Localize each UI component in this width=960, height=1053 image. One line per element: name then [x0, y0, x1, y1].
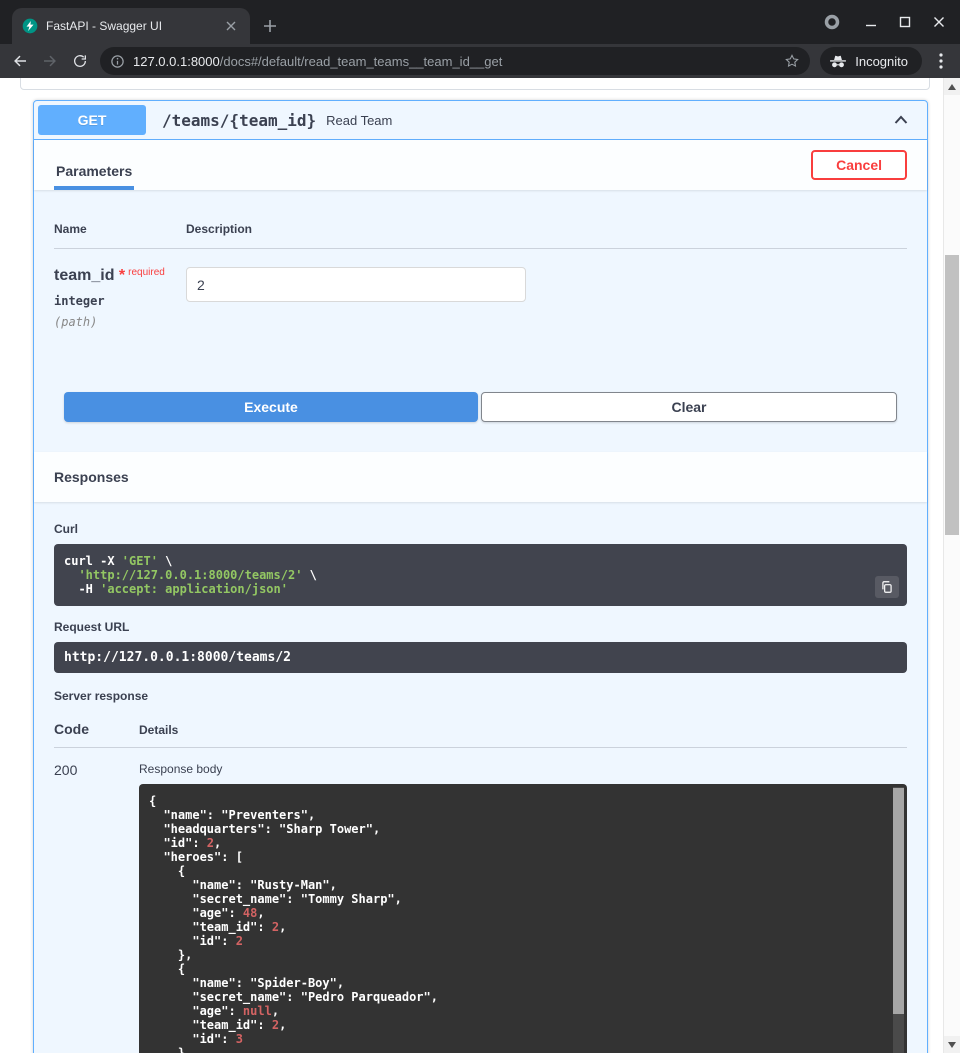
browser-tab[interactable]: FastAPI - Swagger UI: [12, 8, 250, 44]
titlebar-badge-icon: [824, 14, 840, 30]
curl-code-block: curl -X 'GET' \ 'http://127.0.0.1:8000/t…: [54, 544, 907, 606]
parameter-type: integer: [54, 294, 186, 308]
url-host: 127.0.0.1:8000: [133, 54, 220, 69]
browser-menu-button[interactable]: [928, 47, 954, 75]
scrollbar-up-arrow-icon[interactable]: [944, 78, 960, 95]
parameter-input-cell: [186, 267, 907, 329]
server-response-label: Server response: [54, 689, 907, 703]
incognito-label: Incognito: [855, 54, 908, 69]
col-details-header: Details: [139, 723, 907, 737]
parameters-header: Parameters Cancel: [34, 140, 927, 190]
tab-parameters[interactable]: Parameters: [54, 148, 134, 190]
parameter-meta: team_id *required integer (path): [54, 267, 186, 329]
fastapi-favicon-icon: [22, 18, 38, 34]
url-bar[interactable]: 127.0.0.1:8000/docs#/default/read_team_t…: [100, 47, 810, 75]
minimize-button[interactable]: [854, 0, 888, 44]
forward-button[interactable]: [36, 47, 64, 75]
response-body-label: Response body: [139, 762, 907, 776]
curl-command: curl -X 'GET' \ 'http://127.0.0.1:8000/t…: [64, 554, 897, 596]
browser-titlebar: FastAPI - Swagger UI: [0, 0, 960, 44]
col-code-header: Code: [54, 721, 139, 737]
page-scrollbar[interactable]: [943, 78, 960, 1053]
parameter-name: team_id *required: [54, 267, 186, 285]
tab-title: FastAPI - Swagger UI: [46, 19, 214, 33]
parameter-row: team_id *required integer (path): [54, 249, 907, 329]
incognito-icon: [828, 54, 848, 69]
swagger-page: GET /teams/{team_id} Read Team Parameter…: [0, 78, 960, 1053]
endpoint-summary: Read Team: [326, 113, 392, 128]
required-label: required: [128, 267, 165, 278]
back-button[interactable]: [6, 47, 34, 75]
reload-button[interactable]: [66, 47, 94, 75]
opblock-get-read-team: GET /teams/{team_id} Read Team Parameter…: [33, 100, 928, 1053]
team-id-input[interactable]: [186, 267, 526, 302]
url-text[interactable]: 127.0.0.1:8000/docs#/default/read_team_t…: [133, 54, 776, 69]
response-body-scrollbar-thumb[interactable]: [893, 788, 904, 1014]
col-description-header: Description: [186, 222, 907, 236]
site-info-icon[interactable]: [110, 54, 125, 69]
response-details-cell: Response body { "name": "Preventers", "h…: [139, 762, 907, 1053]
responses-header: Responses: [34, 452, 927, 502]
endpoint-path[interactable]: /teams/{team_id}: [156, 111, 316, 130]
parameters-table-header: Name Description: [54, 212, 907, 249]
response-table-header: Code Details: [54, 721, 907, 748]
response-body-json: { "name": "Preventers", "headquarters": …: [149, 794, 881, 1053]
required-star: *: [119, 267, 125, 284]
opblock-summary[interactable]: GET /teams/{team_id} Read Team: [34, 101, 927, 140]
browser-toolbar: 127.0.0.1:8000/docs#/default/read_team_t…: [0, 44, 960, 78]
status-code: 200: [54, 762, 139, 1053]
copy-icon[interactable]: [875, 576, 899, 598]
previous-block-edge: [20, 78, 930, 90]
window-controls: [824, 0, 956, 44]
response-row: 200 Response body { "name": "Preventers"…: [54, 748, 907, 1053]
cancel-button[interactable]: Cancel: [811, 150, 907, 180]
responses-title: Responses: [54, 469, 129, 485]
collapse-chevron-icon[interactable]: [879, 110, 923, 130]
tab-close-icon[interactable]: [222, 17, 240, 35]
clear-button[interactable]: Clear: [481, 392, 897, 422]
incognito-badge: Incognito: [820, 47, 922, 75]
request-url-label: Request URL: [54, 620, 907, 634]
scrollbar-down-arrow-icon[interactable]: [944, 1036, 960, 1053]
col-name-header: Name: [54, 222, 186, 236]
url-path: /docs#/default/read_team_teams__team_id_…: [220, 54, 503, 69]
responses-section: Curl curl -X 'GET' \ 'http://127.0.0.1:8…: [34, 502, 927, 1053]
page-scrollbar-thumb[interactable]: [945, 255, 959, 535]
response-body-block: { "name": "Preventers", "headquarters": …: [139, 784, 907, 1053]
maximize-button[interactable]: [888, 0, 922, 44]
window-close-button[interactable]: [922, 0, 956, 44]
parameter-location: (path): [54, 315, 186, 329]
execute-button[interactable]: Execute: [64, 392, 478, 422]
response-body-scrollbar[interactable]: [893, 787, 904, 1053]
execute-row: Execute Clear: [64, 392, 897, 452]
new-tab-button[interactable]: [256, 12, 284, 40]
browser-chrome: FastAPI - Swagger UI: [0, 0, 960, 78]
curl-label: Curl: [54, 522, 907, 536]
method-badge: GET: [38, 105, 146, 135]
bookmark-star-icon[interactable]: [784, 53, 800, 69]
request-url-block: http://127.0.0.1:8000/teams/2: [54, 642, 907, 673]
parameters-table: Name Description team_id *required integ…: [34, 190, 927, 329]
